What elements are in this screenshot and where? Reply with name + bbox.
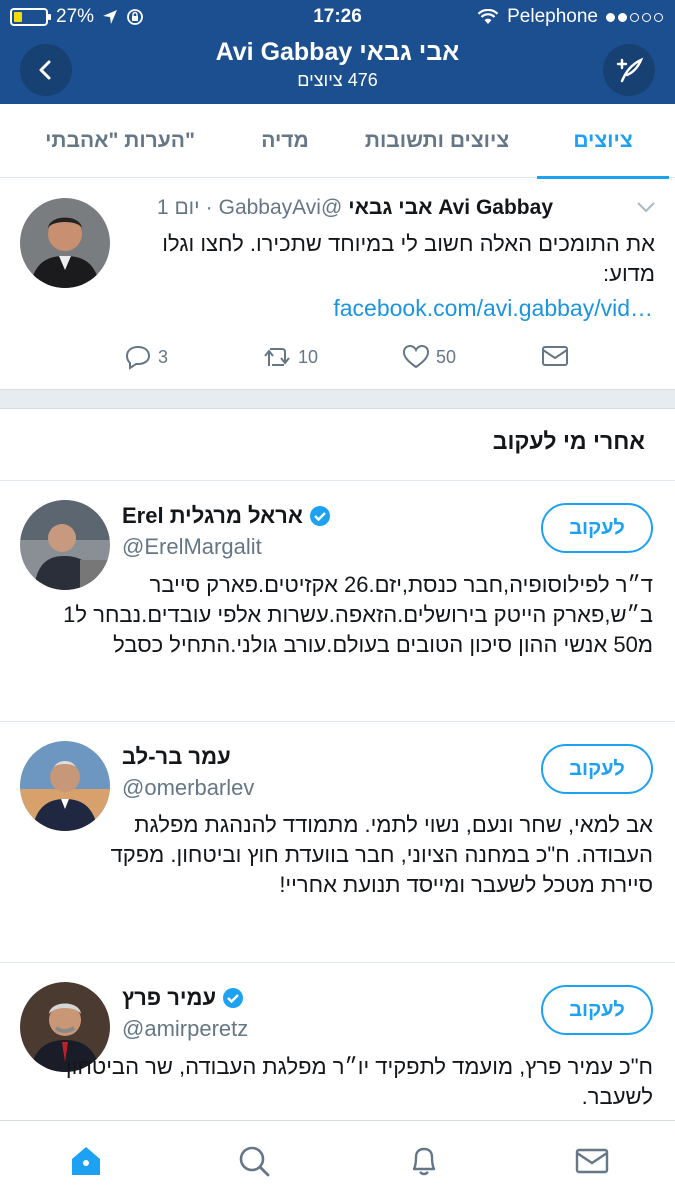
signal-strength-icon — [606, 12, 663, 22]
direct-message-button[interactable] — [541, 344, 569, 368]
envelope-icon — [542, 346, 568, 366]
tweet-link[interactable]: facebook.com/avi.gabbay/vid… — [333, 295, 653, 322]
heart-icon — [402, 344, 430, 369]
who-to-follow-title: אחרי מי לעקוב — [492, 428, 645, 454]
verified-badge-icon — [309, 506, 330, 526]
divider — [0, 962, 675, 963]
verified-badge-icon — [223, 988, 244, 1008]
divider — [0, 721, 675, 722]
tweet-text: את התומכים האלה חשוב לי במיוחד שתכירו. ל… — [162, 231, 655, 286]
dot-separator: · — [205, 196, 213, 219]
search-icon — [239, 1146, 270, 1177]
user-name[interactable]: עמר בר-לב — [122, 744, 231, 770]
tab-home[interactable] — [66, 1141, 106, 1181]
follow-button[interactable]: לעקוב — [541, 985, 653, 1035]
tab-messages[interactable] — [572, 1141, 612, 1181]
reply-count: 3 — [158, 346, 169, 367]
profile-header: Avi Gabbay אבי גבאי 476 ציוצים — [0, 34, 675, 104]
tweet-author-handle: @GabbayAvi — [218, 196, 343, 219]
tweet-count: 476 ציוצים — [297, 70, 378, 90]
user-name[interactable]: Erel אראל מרגלית — [122, 503, 303, 529]
reply-icon — [125, 345, 151, 370]
user-name-row: עמיר פרץ — [122, 985, 244, 1011]
tweet-header: Avi Gabbay אבי גבאי @GabbayAvi · יום 1 — [157, 196, 553, 220]
tab-media[interactable]: מדיה — [240, 104, 330, 178]
status-bar: 27% 17:26 Pelephone — [0, 0, 675, 34]
envelope-icon — [575, 1148, 609, 1174]
tab-tweets[interactable]: ציוצים — [537, 104, 669, 179]
user-handle: @amirperetz — [122, 1016, 249, 1041]
tab-likes[interactable]: הערות "אהבתי" — [20, 104, 220, 178]
follow-button[interactable]: לעקוב — [541, 744, 653, 794]
profile-title: Avi Gabbay אבי גבאי — [215, 38, 460, 66]
tab-notifications[interactable] — [404, 1141, 444, 1181]
wifi-icon — [477, 9, 499, 24]
chevron-down-icon[interactable] — [636, 200, 656, 214]
bottom-tab-bar — [0, 1120, 675, 1200]
user-handle: @ErelMargalit — [122, 534, 262, 559]
tweet-time: יום 1 — [156, 196, 200, 219]
section-separator — [0, 389, 675, 409]
user-name-row: Erel אראל מרגלית — [122, 503, 331, 529]
avatar[interactable] — [20, 198, 110, 288]
carrier-name: Pelephone — [507, 6, 598, 27]
tab-tweets-and-replies[interactable]: ציוצים ותשובות — [344, 104, 530, 178]
tab-search[interactable] — [234, 1141, 274, 1181]
tweet-author-name[interactable]: Avi Gabbay אבי גבאי — [348, 196, 553, 220]
user-bio: ד״ר לפילוסופיה,חבר כנסת,יזם.26 אקזיטים.פ… — [63, 572, 653, 657]
like-count: 50 — [436, 346, 457, 367]
like-button[interactable]: 50 — [402, 344, 456, 370]
user-bio: ח"כ עמיר פרץ, מועמד לתפקיד יו״ר מפלגת הע… — [65, 1054, 653, 1109]
retweet-button[interactable]: 10 — [262, 344, 318, 370]
follow-button[interactable]: לעקוב — [541, 503, 653, 553]
home-icon — [72, 1147, 100, 1175]
bell-icon — [412, 1147, 436, 1176]
user-name-row: עמר בר-לב — [122, 744, 231, 770]
user-handle: @omerbarlev — [122, 775, 255, 800]
compose-button[interactable] — [603, 44, 655, 96]
compose-feather-icon — [616, 57, 644, 83]
user-bio: אב למאי, שחר ונעם, נשוי לתמי. מתמודד להנ… — [110, 812, 653, 897]
user-name[interactable]: עמיר פרץ — [122, 985, 216, 1011]
reply-button[interactable]: 3 — [124, 344, 168, 370]
retweet-count: 10 — [298, 346, 319, 367]
retweet-icon — [264, 348, 290, 366]
divider — [0, 480, 675, 481]
profile-tabs: ציוצים ציוצים ותשובות מדיה הערות "אהבתי" — [0, 104, 675, 179]
